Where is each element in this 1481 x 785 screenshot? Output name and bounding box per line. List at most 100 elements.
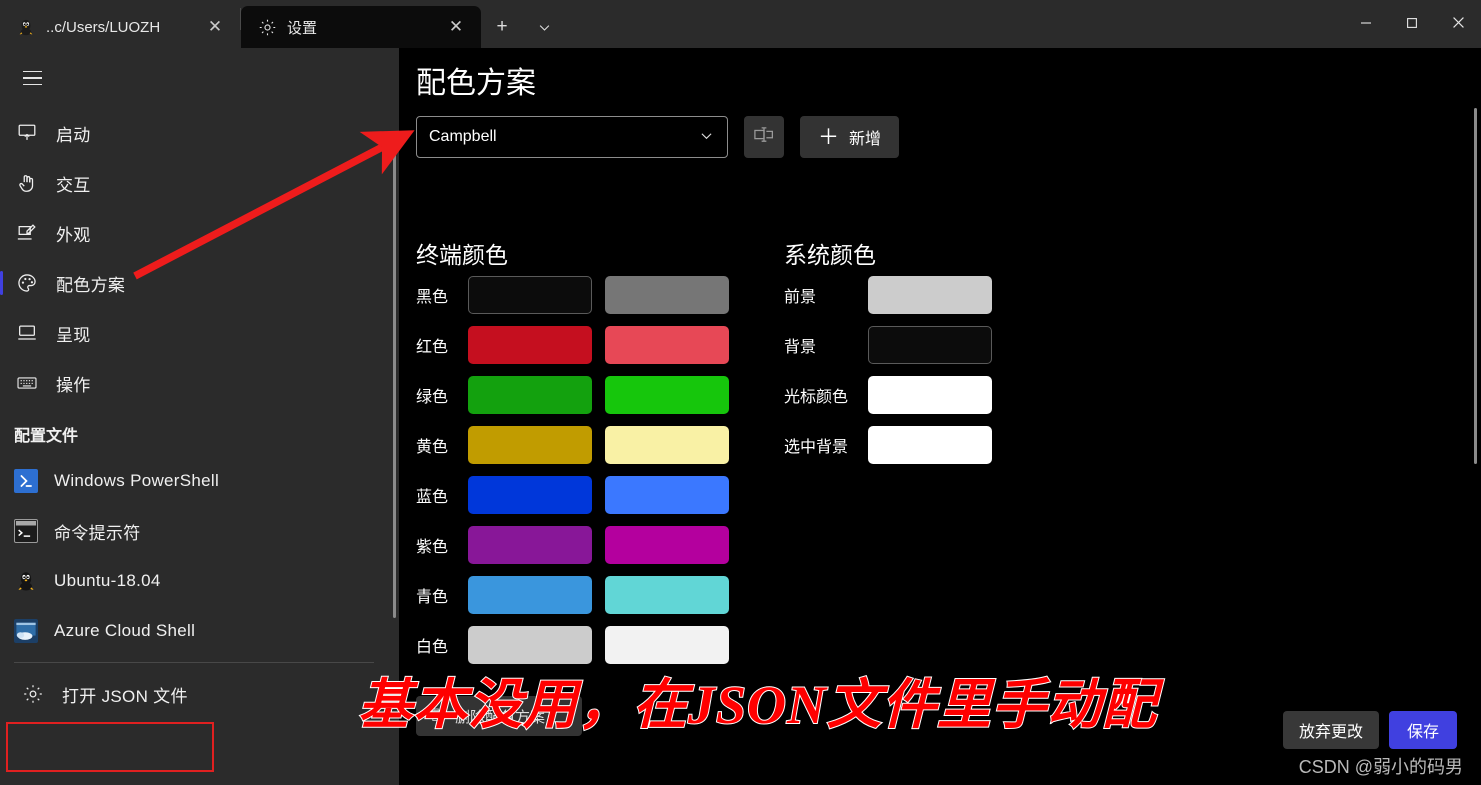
- gear-icon: [20, 681, 46, 707]
- terminal-color-swatch-normal[interactable]: [468, 626, 592, 664]
- page-title: 配色方案: [416, 67, 536, 100]
- footer-buttons: 放弃更改 保存: [1282, 711, 1457, 749]
- sidebar-item-label: 交互: [56, 175, 91, 195]
- sidebar-profile-azure-cloud-shell[interactable]: Azure Cloud Shell: [0, 606, 390, 656]
- chevron-down-icon[interactable]: [523, 6, 565, 48]
- sidebar-item-label: 操作: [56, 375, 91, 395]
- terminal-color-swatch-bright[interactable]: [605, 276, 729, 314]
- sidebar-profile-powershell[interactable]: Windows PowerShell: [0, 456, 390, 506]
- terminal-color-swatch-normal[interactable]: [468, 426, 592, 464]
- system-color-swatch[interactable]: [868, 426, 992, 464]
- discard-changes-button[interactable]: 放弃更改: [1282, 711, 1379, 749]
- tab-settings[interactable]: 设置 ✕: [241, 6, 481, 48]
- terminal-settings-window: ..c/Users/LUOZH ✕ 设置 ✕ + 启动 交互 外观 配色方案 呈…: [0, 0, 1481, 785]
- terminal-color-label: 红色: [416, 339, 449, 356]
- minimize-button[interactable]: [1343, 0, 1389, 45]
- color-scheme-select[interactable]: Campbell: [416, 116, 728, 158]
- content-scrollbar[interactable]: [1474, 108, 1477, 464]
- system-color-swatch[interactable]: [868, 376, 992, 414]
- keyboard-actions-icon: [14, 370, 40, 396]
- terminal-color-swatch-bright[interactable]: [605, 626, 729, 664]
- terminal-color-label: 黄色: [416, 439, 449, 456]
- terminal-color-row: 绿色: [416, 370, 746, 420]
- terminal-colors-section: 终端颜色 黑色 红色 绿色 黄色 蓝色 紫色 青色 白色: [416, 236, 746, 670]
- system-color-swatch[interactable]: [868, 276, 992, 314]
- rendering-icon: [14, 320, 40, 346]
- sidebar-profile-command-prompt[interactable]: 命令提示符: [0, 506, 390, 556]
- sidebar-item-color-schemes[interactable]: 配色方案: [0, 258, 390, 308]
- sidebar-profile-label: Azure Cloud Shell: [54, 621, 196, 640]
- gear-icon: [257, 17, 277, 37]
- system-color-label: 选中背景: [784, 439, 849, 456]
- terminal-color-swatch-bright[interactable]: [605, 526, 729, 564]
- sidebar-item-rendering[interactable]: 呈现: [0, 308, 390, 358]
- save-button[interactable]: 保存: [1388, 711, 1457, 749]
- command-prompt-icon: [14, 519, 38, 543]
- terminal-color-row: 黑色: [416, 270, 746, 320]
- new-tab-button[interactable]: +: [481, 6, 523, 48]
- chevron-down-icon: [698, 127, 715, 147]
- sidebar-item-label: 启动: [56, 125, 91, 145]
- terminal-color-swatch-normal[interactable]: [468, 576, 592, 614]
- annotation-text: 基本没用，在JSON文件里手动配: [357, 674, 1158, 736]
- system-color-row: 选中背景: [784, 420, 1084, 470]
- azure-cloud-shell-icon: [14, 619, 38, 643]
- watermark: CSDN @弱小的码男: [1298, 757, 1463, 777]
- add-scheme-button[interactable]: ＋ 新增: [800, 116, 900, 158]
- terminal-color-swatch-normal[interactable]: [468, 276, 592, 314]
- terminal-color-swatch-normal[interactable]: [468, 376, 592, 414]
- sidebar-item-interaction[interactable]: 交互: [0, 158, 390, 208]
- sidebar-profile-ubuntu[interactable]: Ubuntu-18.04: [0, 556, 390, 606]
- ubuntu-penguin-icon: [14, 569, 38, 593]
- sidebar-item-startup[interactable]: 启动: [0, 108, 390, 158]
- terminal-color-swatch-bright[interactable]: [605, 576, 729, 614]
- terminal-color-row: 紫色: [416, 520, 746, 570]
- terminal-color-swatch-bright[interactable]: [605, 426, 729, 464]
- hamburger-menu-icon[interactable]: [10, 57, 54, 99]
- system-color-row: 前景: [784, 270, 1084, 320]
- sidebar-item-actions[interactable]: 操作: [0, 358, 390, 408]
- terminal-color-label: 绿色: [416, 389, 449, 406]
- sidebar-scrollbar[interactable]: [393, 153, 396, 618]
- terminal-color-row: 蓝色: [416, 470, 746, 520]
- terminal-colors-heading: 终端颜色: [416, 242, 508, 268]
- terminal-color-swatch-bright[interactable]: [605, 326, 729, 364]
- sidebar-item-open-json-file[interactable]: 打开 JSON 文件: [6, 669, 214, 719]
- tab-close-icon[interactable]: ✕: [200, 12, 230, 42]
- maximize-button[interactable]: [1389, 0, 1435, 45]
- system-color-label: 光标颜色: [784, 389, 849, 406]
- terminal-color-label: 黑色: [416, 289, 449, 306]
- settings-sidebar: 启动 交互 外观 配色方案 呈现 操作 配置文件 Windows PowerSh…: [0, 48, 399, 785]
- terminal-color-swatch-normal[interactable]: [468, 476, 592, 514]
- tab-close-icon[interactable]: ✕: [441, 12, 471, 42]
- tab-title: ..c/Users/LUOZH: [46, 18, 161, 36]
- sidebar-profile-label: 命令提示符: [54, 523, 141, 543]
- sidebar-item-label: 打开 JSON 文件: [62, 686, 188, 706]
- terminal-color-swatch-bright[interactable]: [605, 476, 729, 514]
- terminal-color-swatch-normal[interactable]: [468, 326, 592, 364]
- system-color-row: 光标颜色: [784, 370, 1084, 420]
- annotation-highlight-box: [6, 722, 214, 772]
- terminal-color-row: 红色: [416, 320, 746, 370]
- system-color-swatch[interactable]: [868, 326, 992, 364]
- terminal-color-label: 白色: [416, 639, 449, 656]
- rename-scheme-button[interactable]: [744, 116, 784, 158]
- sidebar-item-label: 外观: [56, 225, 91, 245]
- title-bar: ..c/Users/LUOZH ✕ 设置 ✕ +: [0, 0, 1481, 48]
- rename-icon: [753, 125, 775, 150]
- system-colors-section: 系统颜色 前景 背景 光标颜色 选中背景: [784, 236, 1084, 470]
- terminal-color-swatch-bright[interactable]: [605, 376, 729, 414]
- close-button[interactable]: [1435, 0, 1481, 45]
- startup-icon: [14, 120, 40, 146]
- sidebar-item-appearance[interactable]: 外观: [0, 208, 390, 258]
- sidebar-item-label: 呈现: [56, 325, 91, 345]
- sidebar-profile-label: Windows PowerShell: [54, 471, 220, 490]
- system-color-label: 前景: [784, 289, 817, 306]
- settings-nav-list: 启动 交互 外观 配色方案 呈现 操作 配置文件 Windows PowerSh…: [0, 108, 390, 719]
- color-scheme-value: Campbell: [429, 128, 497, 145]
- tab-terminal[interactable]: ..c/Users/LUOZH ✕: [0, 6, 240, 48]
- tab-title: 设置: [287, 19, 318, 37]
- scheme-controls-row: Campbell ＋ 新增: [416, 116, 900, 158]
- terminal-color-swatch-normal[interactable]: [468, 526, 592, 564]
- terminal-colors-grid: 黑色 红色 绿色 黄色 蓝色 紫色 青色 白色: [416, 270, 746, 670]
